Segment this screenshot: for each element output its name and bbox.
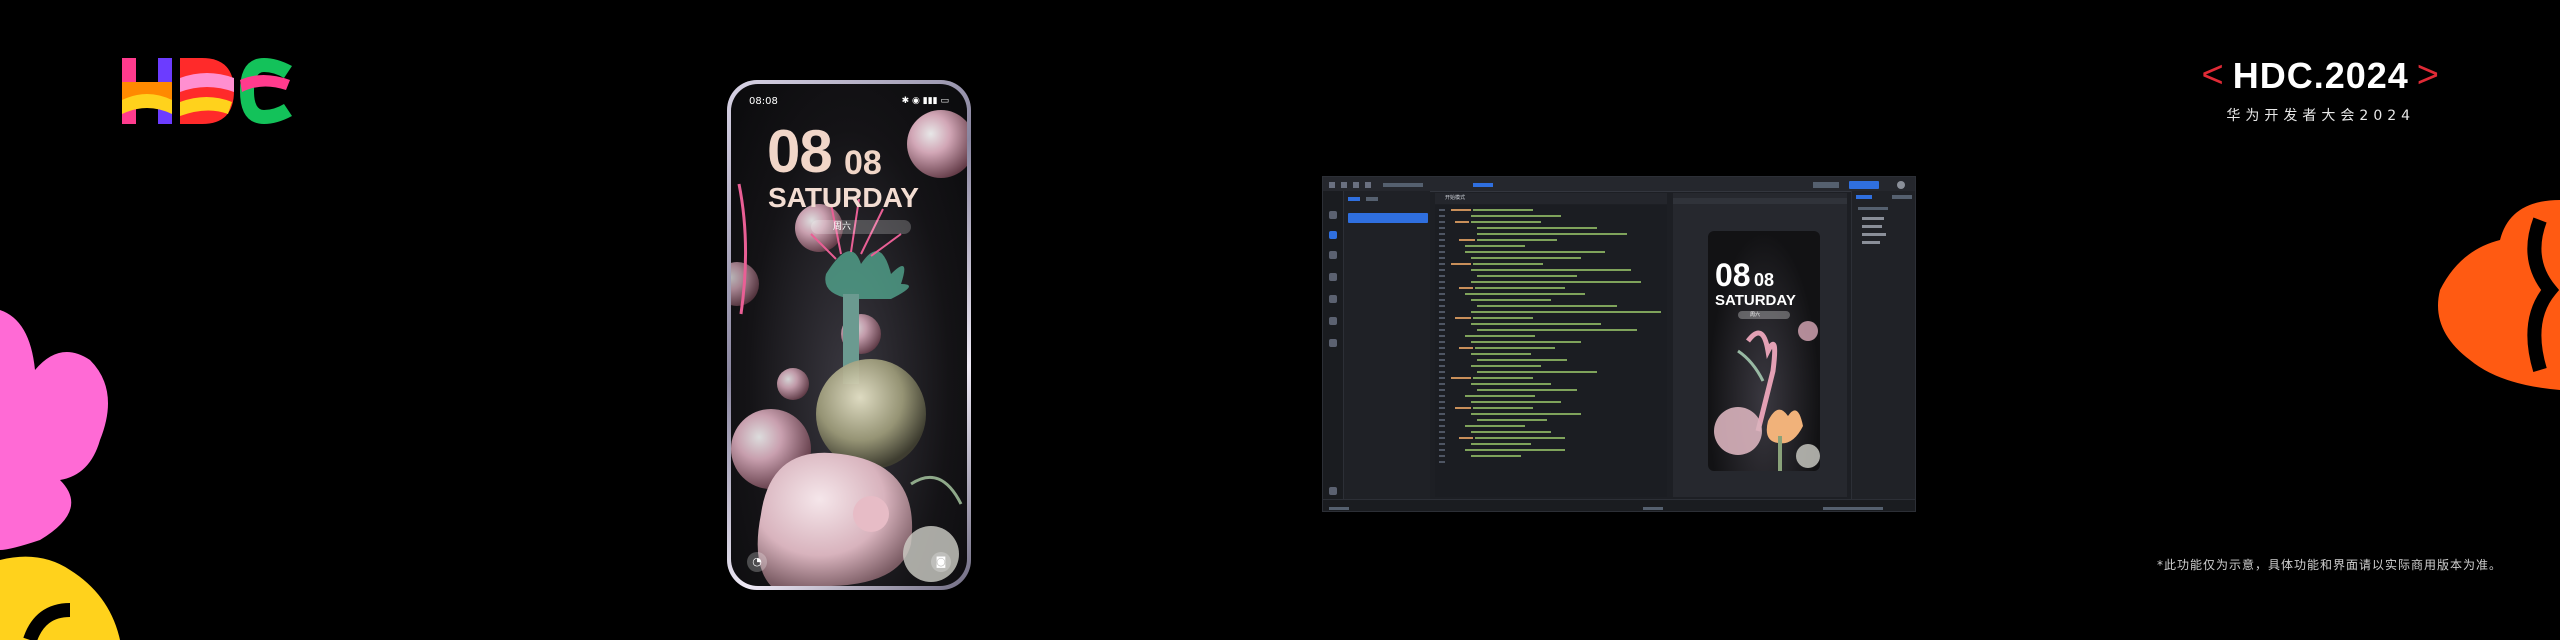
- brand-title-row: < HDC.2024 >: [2202, 54, 2441, 97]
- brand-subtitle: 华为开发者大会2024: [2226, 108, 2416, 124]
- lock-date: 周六: [811, 220, 911, 234]
- status-icons: ✱ ◉ ▮▮▮ ▭: [901, 96, 949, 106]
- layers-icon[interactable]: [1329, 273, 1337, 281]
- settings-icon[interactable]: [1329, 317, 1337, 325]
- ide-status-bar: [1323, 499, 1915, 511]
- components-icon[interactable]: [1329, 251, 1337, 259]
- ide-window: 开始模式 08 08 SATURDAY 周六: [1322, 176, 1916, 512]
- camera-icon[interactable]: ◙: [931, 552, 951, 572]
- code-lines: [1439, 209, 1661, 463]
- lock-screen: 08:08 ✱ ◉ ▮▮▮ ▭ 08 08 SATURDAY 周六 ◔ ◙: [731, 84, 967, 586]
- preview-day: SATURDAY: [1715, 292, 1796, 309]
- orange-flower-shape: [2438, 200, 2560, 390]
- status-bar-items: [1329, 507, 1883, 510]
- editor-title: 开始模式: [1435, 193, 1667, 204]
- property-tree: [1856, 195, 1912, 244]
- side-panel-tabs: [1348, 197, 1378, 201]
- code-editor[interactable]: [1435, 205, 1667, 497]
- pink-flower-shape: [0, 310, 108, 550]
- chevron-right-icon: >: [2416, 54, 2440, 96]
- preview-ruler: [1673, 198, 1847, 204]
- hdc-logo: [122, 58, 292, 124]
- ide-toolbar-icons: [1329, 181, 1905, 189]
- unlock-icon[interactable]: ◔: [747, 552, 767, 572]
- preview-date: 周六: [1738, 311, 1790, 319]
- plugins-icon[interactable]: [1329, 339, 1337, 347]
- status-time: 08:08: [749, 96, 778, 107]
- side-panel-selected-item[interactable]: [1348, 213, 1428, 223]
- brand-title: HDC.2024: [2232, 54, 2409, 96]
- chevron-left-icon: <: [2201, 54, 2225, 96]
- lock-minute: 08: [844, 144, 882, 182]
- ide-side-panel: [1344, 191, 1430, 511]
- phone-mockup: 08:08 ✱ ◉ ▮▮▮ ▭ 08 08 SATURDAY 周六 ◔ ◙: [727, 80, 971, 590]
- lock-day: SATURDAY: [768, 182, 919, 213]
- yellow-flower-shape: [0, 556, 120, 640]
- ide-activity-bar: [1323, 191, 1344, 511]
- gear-icon[interactable]: [1329, 487, 1337, 495]
- preview-phone[interactable]: 08 08 SATURDAY 周六: [1708, 231, 1820, 471]
- ide-toolbar: [1323, 177, 1915, 192]
- hdc-2024-brand: < HDC.2024 > 华为开发者大会2024: [2202, 54, 2441, 125]
- hdc-logo-mark: [122, 58, 292, 124]
- resources-icon[interactable]: [1329, 295, 1337, 303]
- lock-hour: 08: [767, 118, 833, 185]
- preview-minute: 08: [1754, 270, 1775, 290]
- ide-properties-panel: [1851, 191, 1915, 511]
- preview-hour: 08: [1715, 257, 1751, 293]
- disclaimer-text: *此功能仅为示意，具体功能和界面请以实际商用版本为准。: [2156, 558, 2502, 572]
- explorer-icon[interactable]: [1329, 211, 1337, 219]
- pages-icon[interactable]: [1329, 231, 1337, 239]
